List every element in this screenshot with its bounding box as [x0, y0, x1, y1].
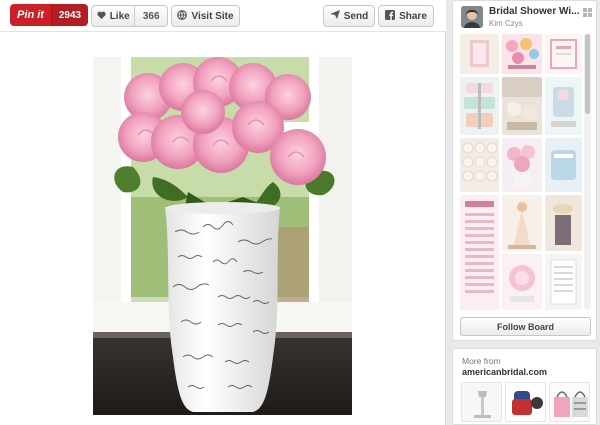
board-pin-thumbnail[interactable] [502, 254, 542, 310]
share-button[interactable]: Share [378, 5, 434, 27]
like-label: Like [109, 10, 130, 22]
board-pin-thumbnail[interactable] [545, 138, 582, 192]
board-header[interactable]: Bridal Shower Wi... Kim Czys [461, 6, 592, 30]
pin-count: 2943 [52, 4, 88, 26]
pin-it-label[interactable]: Pin it [10, 4, 52, 26]
board-pin-thumbnail[interactable] [502, 138, 542, 192]
like-button[interactable]: Like 366 [91, 5, 168, 27]
more-from-thumbnail[interactable] [505, 382, 546, 422]
board-pin-thumbnail[interactable] [545, 254, 582, 310]
more-from-thumbnail[interactable] [549, 382, 590, 422]
more-from-label: More from [462, 356, 501, 366]
board-grid-icon [583, 8, 592, 19]
pin-it-button[interactable]: Pin it 2943 [10, 4, 88, 26]
board-scrollbar[interactable] [584, 34, 591, 310]
board-owner[interactable]: Kim Czys [489, 19, 523, 28]
share-label: Share [399, 10, 427, 22]
more-from-card: More from americanbridal.com [452, 348, 597, 425]
board-pin-thumbnail[interactable] [545, 77, 582, 135]
avatar[interactable] [461, 6, 483, 28]
board-card: Bridal Shower Wi... Kim Czys Follow Boar… [452, 0, 597, 341]
facebook-icon [385, 9, 396, 23]
send-button[interactable]: Send [323, 5, 375, 27]
paper-plane-icon [329, 10, 340, 22]
visit-site-label: Visit Site [191, 10, 234, 22]
board-pin-thumbnail[interactable] [460, 138, 499, 192]
pin-detail-panel: Pin it 2943 Like 366 Visit Site Send Sha… [0, 0, 446, 425]
pin-photo[interactable] [93, 57, 352, 415]
pin-action-bar: Pin it 2943 Like 366 Visit Site Send Sha… [0, 0, 446, 32]
board-pin-grid [460, 34, 582, 310]
board-pin-thumbnail[interactable] [545, 195, 582, 251]
heart-icon [97, 11, 106, 22]
board-pin-thumbnail[interactable] [545, 34, 582, 74]
board-pin-thumbnail[interactable] [460, 34, 499, 74]
globe-icon [177, 9, 188, 23]
board-title[interactable]: Bridal Shower Wi... [489, 6, 581, 17]
board-pin-thumbnail[interactable] [460, 77, 499, 135]
board-scrollbar-thumb[interactable] [585, 34, 590, 114]
more-from-domain[interactable]: americanbridal.com [462, 367, 547, 377]
board-pin-thumbnail[interactable] [460, 195, 499, 310]
like-count: 366 [142, 10, 160, 22]
more-from-thumbnail[interactable] [461, 382, 502, 422]
visit-site-button[interactable]: Visit Site [171, 5, 240, 27]
send-label: Send [343, 10, 369, 22]
follow-board-button[interactable]: Follow Board [460, 317, 591, 336]
board-pin-thumbnail[interactable] [502, 34, 542, 74]
board-pin-thumbnail[interactable] [502, 195, 542, 251]
board-pin-thumbnail[interactable] [502, 77, 542, 135]
